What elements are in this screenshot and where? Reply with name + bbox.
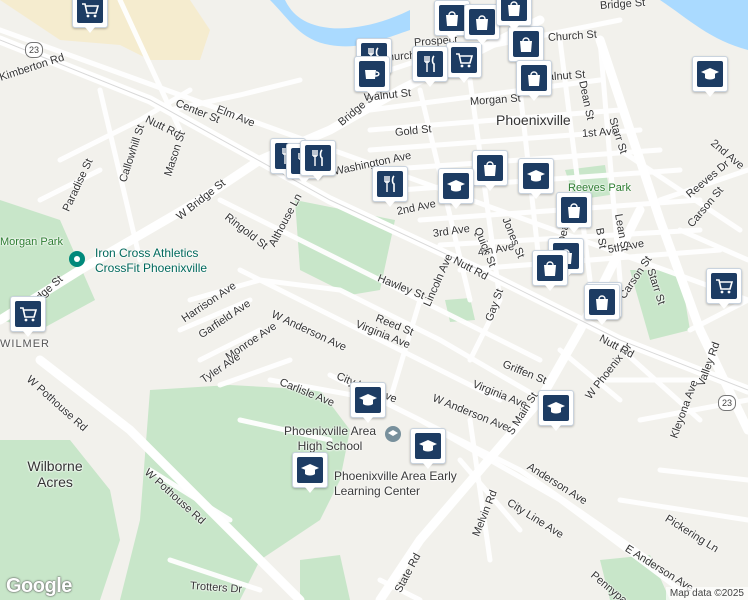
shopping-marker[interactable]: [472, 150, 508, 191]
school-marker[interactable]: [538, 390, 574, 431]
shopping-icon: [501, 0, 527, 21]
shopping-marker[interactable]: [516, 60, 552, 101]
shopping-marker[interactable]: [556, 192, 592, 233]
shopping-icon: [561, 197, 587, 223]
grocery-icon: [15, 301, 41, 327]
shopping-marker[interactable]: [464, 4, 500, 45]
grocery-marker[interactable]: [706, 268, 742, 309]
school-marker[interactable]: [292, 452, 328, 493]
cafe-icon: [359, 61, 385, 87]
school-pin-icon[interactable]: [384, 425, 402, 443]
shopping-icon: [537, 255, 563, 281]
shopping-icon: [477, 155, 503, 181]
shopping-marker[interactable]: [532, 250, 568, 291]
restaurant-icon: [305, 145, 331, 171]
shopping-marker[interactable]: [584, 284, 620, 325]
school-marker[interactable]: [438, 168, 474, 209]
shopping-marker[interactable]: [496, 0, 532, 31]
grocery-marker[interactable]: [10, 296, 46, 337]
restaurant-marker[interactable]: [372, 166, 408, 207]
grocery-icon: [711, 273, 737, 299]
school-icon: [355, 387, 381, 413]
shopping-icon: [521, 65, 547, 91]
school-icon: [523, 163, 549, 189]
restaurant-icon: [417, 51, 443, 77]
grocery-icon: [451, 47, 477, 73]
school-marker[interactable]: [410, 428, 446, 469]
shopping-icon: [589, 289, 615, 315]
fitness-pin-icon[interactable]: [68, 250, 86, 268]
grocery-marker[interactable]: [446, 42, 482, 83]
school-marker[interactable]: [692, 56, 728, 97]
school-marker[interactable]: [518, 158, 554, 199]
google-logo: Google: [6, 575, 72, 597]
restaurant-icon: [377, 171, 403, 197]
school-icon: [297, 457, 323, 483]
map-canvas[interactable]: 23 23 Kimberton Rd Center St Elm Ave Nut…: [0, 0, 748, 600]
school-marker[interactable]: [350, 382, 386, 423]
shopping-icon: [469, 9, 495, 35]
shopping-marker[interactable]: [508, 26, 544, 67]
shopping-icon: [439, 5, 465, 31]
restaurant-marker[interactable]: [412, 46, 448, 87]
grocery-marker[interactable]: [72, 0, 108, 33]
school-icon: [543, 395, 569, 421]
shopping-icon: [513, 31, 539, 57]
school-icon: [415, 433, 441, 459]
map-attribution: Map data ©2025: [665, 587, 748, 600]
grocery-icon: [77, 0, 103, 23]
cafe-marker[interactable]: [354, 56, 390, 97]
restaurant-marker[interactable]: [300, 140, 336, 181]
school-icon: [697, 61, 723, 87]
school-icon: [443, 173, 469, 199]
